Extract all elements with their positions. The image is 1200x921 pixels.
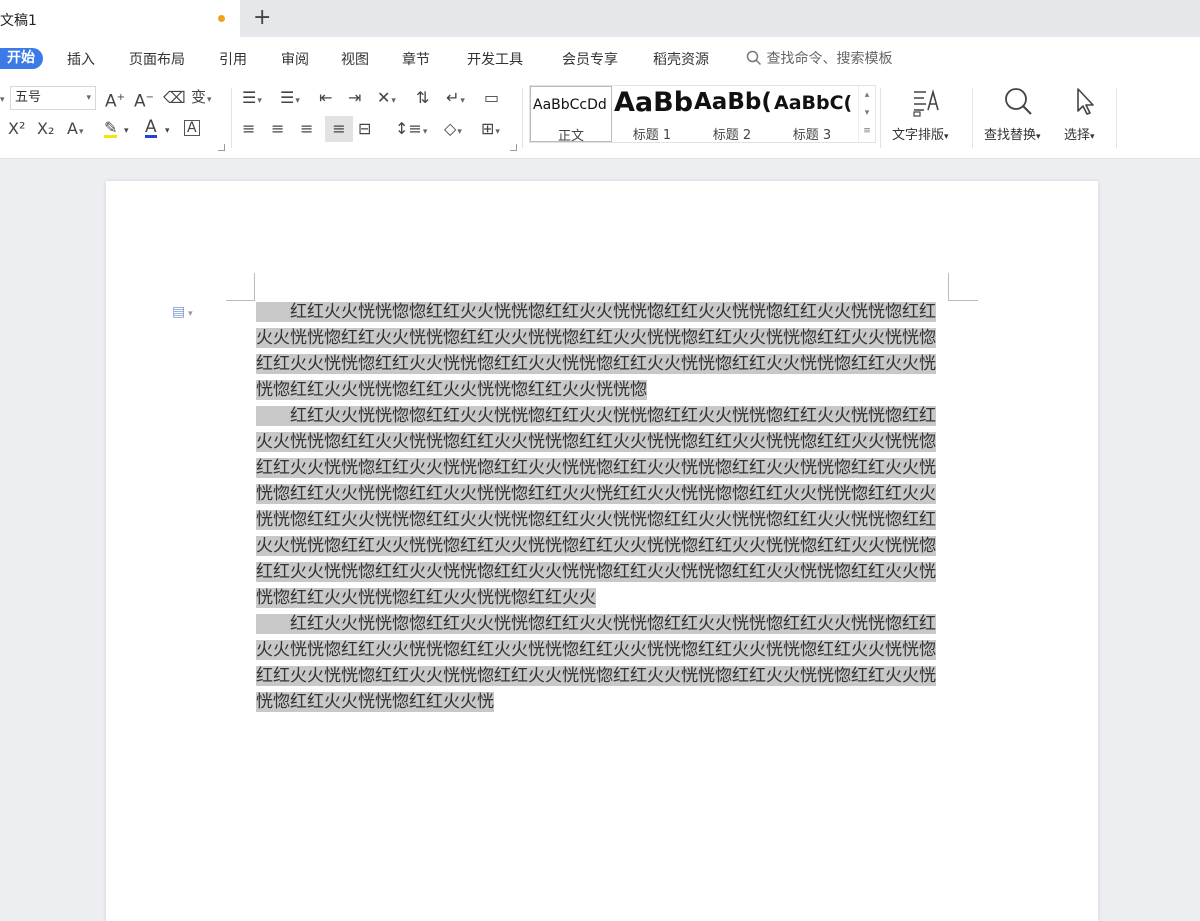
style-sample: AaBb	[614, 87, 692, 118]
style-name: 正文	[557, 129, 584, 142]
style-heading-1[interactable]: AaBb 标题 1	[612, 86, 692, 142]
font-size-select[interactable]: 五号 ▾	[10, 86, 96, 110]
tab-page-layout[interactable]: 页面布局	[129, 51, 185, 69]
text-direction-icon[interactable]: ⇅	[416, 89, 429, 107]
paragraph[interactable]: 红红火火恍恍惚惚红红火火恍恍惚红红火火恍恍惚红红火火恍恍惚红红火火恍恍惚红红火火…	[256, 611, 948, 715]
numbering-icon[interactable]: ☰▾	[280, 89, 300, 110]
command-search[interactable]: 查找命令、搜索模板	[746, 50, 892, 68]
subscript-icon[interactable]: X₂	[37, 120, 54, 138]
line-spacing-icon[interactable]: ↕≡▾	[395, 120, 427, 141]
document-outline-icon[interactable]: ▤ ▾	[172, 304, 193, 320]
divider	[522, 88, 523, 148]
document-page[interactable]: ▤ ▾ 红红火火恍恍惚惚红红火火恍恍惚红红火火恍恍惚红红火火恍恍惚红红火火恍恍惚…	[106, 181, 1098, 921]
grow-font-icon[interactable]: A+	[105, 89, 125, 111]
style-name: 标题 2	[712, 128, 752, 142]
distributed-align-icon[interactable]: ⊟	[358, 120, 371, 138]
align-center-icon[interactable]: ≡	[271, 120, 284, 138]
cursor-arrow-icon	[1077, 88, 1094, 115]
crop-mark	[948, 300, 978, 301]
superscript-icon[interactable]: X²	[8, 120, 25, 138]
chevron-up-icon[interactable]: ▴	[859, 86, 875, 104]
highlight-icon[interactable]: ✎	[104, 120, 118, 138]
line-break-icon[interactable]: ↵▾	[446, 89, 465, 110]
style-heading-2[interactable]: AaBb( 标题 2	[692, 86, 772, 142]
divider	[1116, 88, 1117, 148]
paragraph[interactable]: 红红火火恍恍惚惚红红火火恍恍惚红红火火恍恍惚红红火火恍恍惚红红火火恍恍惚红红火火…	[256, 403, 948, 611]
style-name: 标题 3	[792, 128, 832, 142]
style-sample: AaBb(	[694, 89, 772, 115]
increase-indent-icon[interactable]: ⇥	[348, 89, 361, 107]
divider	[231, 88, 232, 148]
character-border-icon[interactable]: A	[184, 120, 200, 136]
document-tab[interactable]: 文稿1	[0, 0, 240, 37]
divider	[972, 88, 973, 148]
chevron-down-icon[interactable]: ▾	[859, 104, 875, 122]
tab-insert[interactable]: 插入	[67, 51, 95, 69]
shrink-font-icon[interactable]: A−	[134, 89, 154, 111]
borders-icon[interactable]: ⊞▾	[481, 120, 500, 141]
tab-developer[interactable]: 开发工具	[467, 51, 523, 69]
style-sample: AaBbCcDd	[533, 97, 607, 113]
select-label: 选择▾	[1064, 128, 1095, 143]
more-styles-icon[interactable]: ≡	[859, 122, 875, 140]
divider	[880, 88, 881, 148]
font-color-icon[interactable]: A	[145, 119, 157, 138]
font-color-dropdown-arrow[interactable]: ▾	[165, 122, 170, 140]
highlight-dropdown-arrow[interactable]: ▾	[124, 122, 129, 140]
document-tab-title: 文稿1	[0, 13, 37, 29]
tab-review[interactable]: 审阅	[281, 51, 309, 69]
style-normal[interactable]: AaBbCcDd 正文	[530, 86, 612, 142]
document-body[interactable]: 红红火火恍恍惚惚红红火火恍恍惚红红火火恍恍惚红红火火恍恍惚红红火火恍恍惚红红火火…	[256, 299, 948, 715]
font-name-dropdown-arrow[interactable]: ▾	[0, 91, 5, 109]
tab-home[interactable]: 开始	[0, 48, 43, 69]
new-tab-button[interactable]: +	[253, 5, 271, 31]
text-effects-icon[interactable]: A▾	[67, 120, 83, 141]
chinese-layout-icon[interactable]: ✕▾	[377, 89, 396, 110]
paragraph[interactable]: 红红火火恍恍惚惚红红火火恍恍惚红红火火恍恍惚红红火火恍恍惚红红火火恍恍惚红红火火…	[256, 299, 948, 403]
unsaved-indicator	[218, 15, 225, 22]
ribbon: ▾ 五号 ▾ A+ A− ⌫ 变▾ X² X₂ A▾ ✎ ▾ A ▾ A ☰▾ ☰▾…	[0, 82, 1200, 159]
selected-text: 红红火火恍恍惚惚红红火火恍恍惚红红火火恍恍惚红红火火恍恍惚红红火火恍恍惚红红火火…	[256, 406, 936, 608]
crop-mark	[226, 300, 254, 301]
decrease-indent-icon[interactable]: ⇤	[319, 89, 332, 107]
ruler-icon[interactable]: ▭	[484, 89, 499, 107]
tab-chapter[interactable]: 章节	[402, 51, 430, 69]
bullets-icon[interactable]: ☰▾	[242, 89, 262, 110]
style-name: 标题 1	[632, 128, 672, 142]
crop-mark	[948, 273, 949, 301]
clear-format-icon[interactable]: ⌫	[163, 89, 186, 107]
style-heading-3[interactable]: AaBbC( 标题 3	[772, 86, 852, 142]
tab-bar: 文稿1 +	[0, 0, 1200, 37]
command-search-placeholder: 查找命令、搜索模板	[766, 51, 893, 67]
magnifier-icon	[1005, 88, 1032, 115]
tab-references[interactable]: 引用	[219, 51, 247, 69]
tab-membership[interactable]: 会员专享	[562, 51, 618, 69]
tab-view[interactable]: 视图	[341, 51, 369, 69]
tab-docer-resources[interactable]: 稻壳资源	[653, 51, 709, 69]
selected-text: 红红火火恍恍惚惚红红火火恍恍惚红红火火恍恍惚红红火火恍恍惚红红火火恍恍惚红红火火…	[256, 614, 936, 712]
font-dialog-launcher[interactable]	[218, 144, 225, 151]
crop-mark	[254, 273, 255, 301]
shading-icon[interactable]: ◇▾	[444, 120, 462, 141]
chevron-down-icon: ▾	[86, 93, 91, 103]
menu-bar: 开始 插入 页面布局 引用 审阅 视图 章节 开发工具 会员专享 稻壳资源 查找…	[0, 37, 1200, 82]
phonetic-guide-icon[interactable]: 变▾	[191, 88, 212, 109]
styles-gallery: AaBbCcDd 正文 AaBb 标题 1 AaBb( 标题 2 AaBbC( …	[529, 85, 876, 143]
text-layout-label: 文字排版▾	[892, 128, 949, 143]
justify-icon[interactable]: ≡	[325, 116, 353, 142]
paragraph-dialog-launcher[interactable]	[510, 144, 517, 151]
align-right-icon[interactable]: ≡	[300, 120, 313, 138]
styles-scroller[interactable]: ▴ ▾ ≡	[858, 86, 875, 142]
font-size-value: 五号	[15, 90, 42, 105]
selected-text: 红红火火恍恍惚惚红红火火恍恍惚红红火火恍恍惚红红火火恍恍惚红红火火恍恍惚红红火火…	[256, 302, 936, 400]
search-icon	[746, 50, 762, 66]
style-sample: AaBbC(	[774, 92, 852, 114]
text-layout-icon	[913, 89, 939, 117]
find-replace-label: 查找替换▾	[984, 128, 1041, 143]
align-left-icon[interactable]: ≡	[242, 120, 255, 138]
